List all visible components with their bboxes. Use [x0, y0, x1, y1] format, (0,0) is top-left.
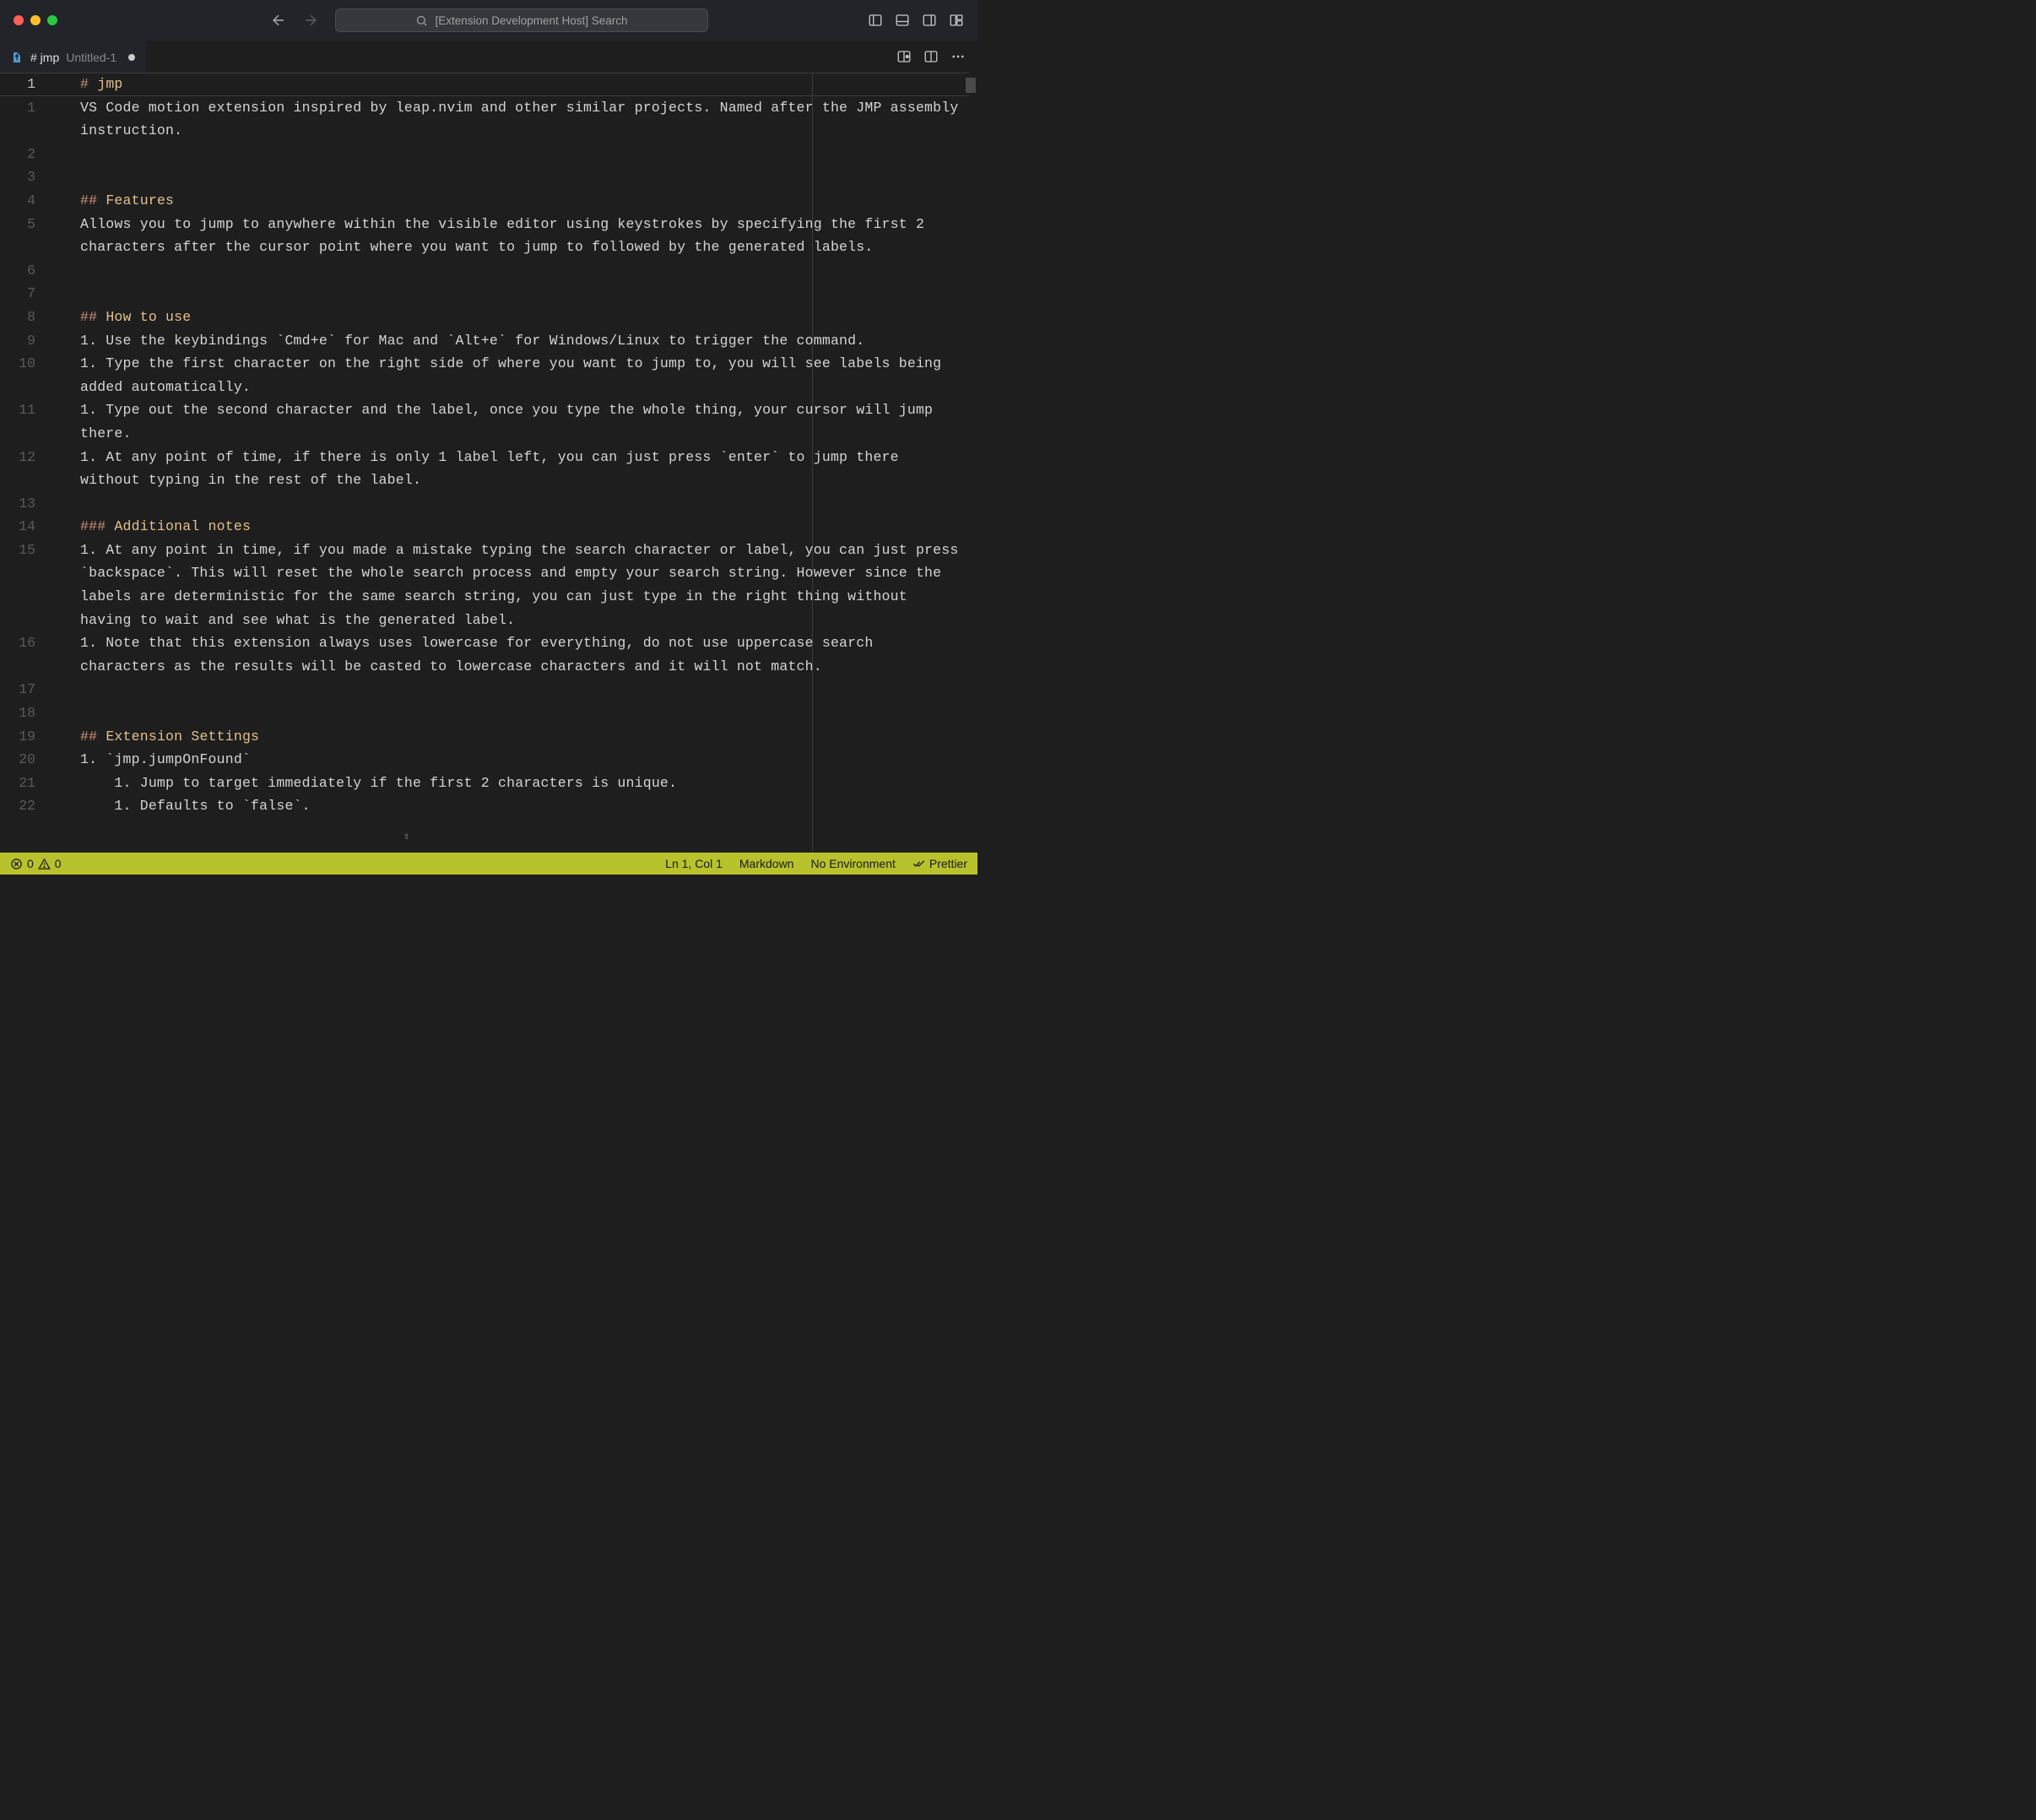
line-number: 19 — [0, 725, 35, 749]
warning-count: 0 — [55, 857, 62, 870]
status-bar: 0 0 Ln 1, Col 1 Markdown No Environment … — [0, 853, 977, 875]
tab-sublabel: Untitled-1 — [66, 51, 116, 64]
forward-icon[interactable] — [302, 12, 319, 29]
code-content[interactable]: # jmpVS Code motion extension inspired b… — [80, 73, 961, 818]
prettier-status[interactable]: Prettier — [912, 857, 967, 870]
line-number: 10 — [0, 352, 35, 376]
code-line[interactable]: ## Features — [80, 189, 961, 213]
line-number: 21 — [0, 772, 35, 795]
scrollbar-thumb[interactable] — [966, 78, 976, 93]
code-line[interactable]: 1. Use the keybindings `Cmd+e` for Mac a… — [80, 329, 961, 353]
code-line[interactable]: ## Extension Settings — [80, 725, 961, 749]
environment-status[interactable]: No Environment — [810, 857, 895, 870]
line-number: 15 — [0, 539, 35, 562]
code-line[interactable] — [80, 282, 961, 306]
code-line[interactable]: VS Code motion extension inspired by lea… — [80, 96, 961, 143]
line-number: 12 — [0, 446, 35, 469]
command-center-search[interactable]: [Extension Development Host] Search — [335, 8, 708, 32]
maximize-window-button[interactable] — [47, 15, 57, 25]
more-actions-icon[interactable] — [950, 49, 966, 64]
line-number: 16 — [0, 631, 35, 655]
error-count: 0 — [27, 857, 34, 870]
titlebar: [Extension Development Host] Search — [0, 0, 977, 41]
line-number: 7 — [0, 282, 35, 306]
line-number: 1 — [0, 96, 35, 120]
code-line[interactable] — [80, 143, 961, 166]
tab-label: # jmp — [30, 51, 59, 64]
tab-untitled-1[interactable]: # jmp Untitled-1 — [0, 41, 145, 73]
code-line[interactable]: ## How to use — [80, 306, 961, 329]
open-preview-icon[interactable] — [896, 49, 912, 64]
back-icon[interactable] — [270, 12, 287, 29]
tab-bar: # jmp Untitled-1 — [0, 41, 977, 73]
unsaved-indicator-icon — [128, 54, 135, 61]
code-line[interactable]: 1. Type out the second character and the… — [80, 398, 961, 445]
code-line[interactable] — [80, 678, 961, 701]
close-window-button[interactable] — [14, 15, 24, 25]
search-icon — [415, 14, 428, 27]
code-line[interactable]: 1. Type the first character on the right… — [80, 352, 961, 398]
code-line[interactable]: 1. At any point in time, if you made a m… — [80, 539, 961, 631]
line-number: 6 — [0, 259, 35, 283]
line-number: 2 — [0, 143, 35, 166]
cursor-position-status[interactable]: Ln 1, Col 1 — [665, 857, 723, 870]
code-line[interactable]: ### Additional notes — [80, 515, 961, 539]
line-number: 11 — [0, 398, 35, 422]
markdown-file-icon — [10, 51, 24, 64]
code-line[interactable] — [80, 492, 961, 516]
toggle-panel-icon[interactable] — [895, 13, 910, 28]
problems-status[interactable]: 0 0 — [10, 857, 62, 870]
code-line[interactable] — [80, 259, 961, 283]
line-number: 3 — [0, 165, 35, 189]
code-line[interactable]: Allows you to jump to anywhere within th… — [80, 213, 961, 259]
line-number: 20 — [0, 748, 35, 772]
line-number: 5 — [0, 213, 35, 236]
customize-layout-icon[interactable] — [949, 13, 964, 28]
editor-area[interactable]: 11 2345 678910 11 12 131415 16 171819202… — [0, 73, 977, 853]
code-line[interactable]: 1. At any point of time, if there is onl… — [80, 446, 961, 492]
code-line[interactable]: 1. Jump to target immediately if the fir… — [80, 772, 961, 795]
code-line[interactable]: # jmp — [80, 73, 961, 96]
line-number: 14 — [0, 515, 35, 539]
line-number: 22 — [0, 794, 35, 818]
minimize-window-button[interactable] — [30, 15, 41, 25]
line-number: 4 — [0, 189, 35, 213]
line-number: 8 — [0, 306, 35, 329]
code-line[interactable]: 1. Defaults to `false`. — [80, 794, 961, 818]
layout-controls — [868, 13, 964, 28]
line-number: 18 — [0, 701, 35, 725]
error-icon — [10, 858, 23, 870]
language-mode-status[interactable]: Markdown — [739, 857, 794, 870]
toggle-secondary-sidebar-icon[interactable] — [922, 13, 937, 28]
code-line[interactable] — [80, 165, 961, 189]
code-line[interactable]: 1. `jmp.jumpOnFound` — [80, 748, 961, 772]
line-number: 13 — [0, 492, 35, 516]
warning-icon — [38, 858, 51, 870]
search-placeholder: [Extension Development Host] Search — [435, 14, 627, 27]
code-line[interactable] — [80, 701, 961, 725]
code-line[interactable]: 1. Note that this extension always uses … — [80, 631, 961, 678]
split-editor-icon[interactable] — [923, 49, 939, 64]
line-number-gutter: 11 2345 678910 11 12 131415 16 171819202… — [0, 73, 59, 818]
nav-arrows — [270, 12, 319, 29]
check-double-icon — [912, 858, 925, 870]
window-controls — [14, 15, 57, 25]
line-number: 1 — [0, 73, 35, 96]
line-number: 9 — [0, 329, 35, 353]
toggle-primary-sidebar-icon[interactable] — [868, 13, 883, 28]
text-cursor-icon: ⇧ — [403, 826, 409, 849]
line-number: 17 — [0, 678, 35, 701]
